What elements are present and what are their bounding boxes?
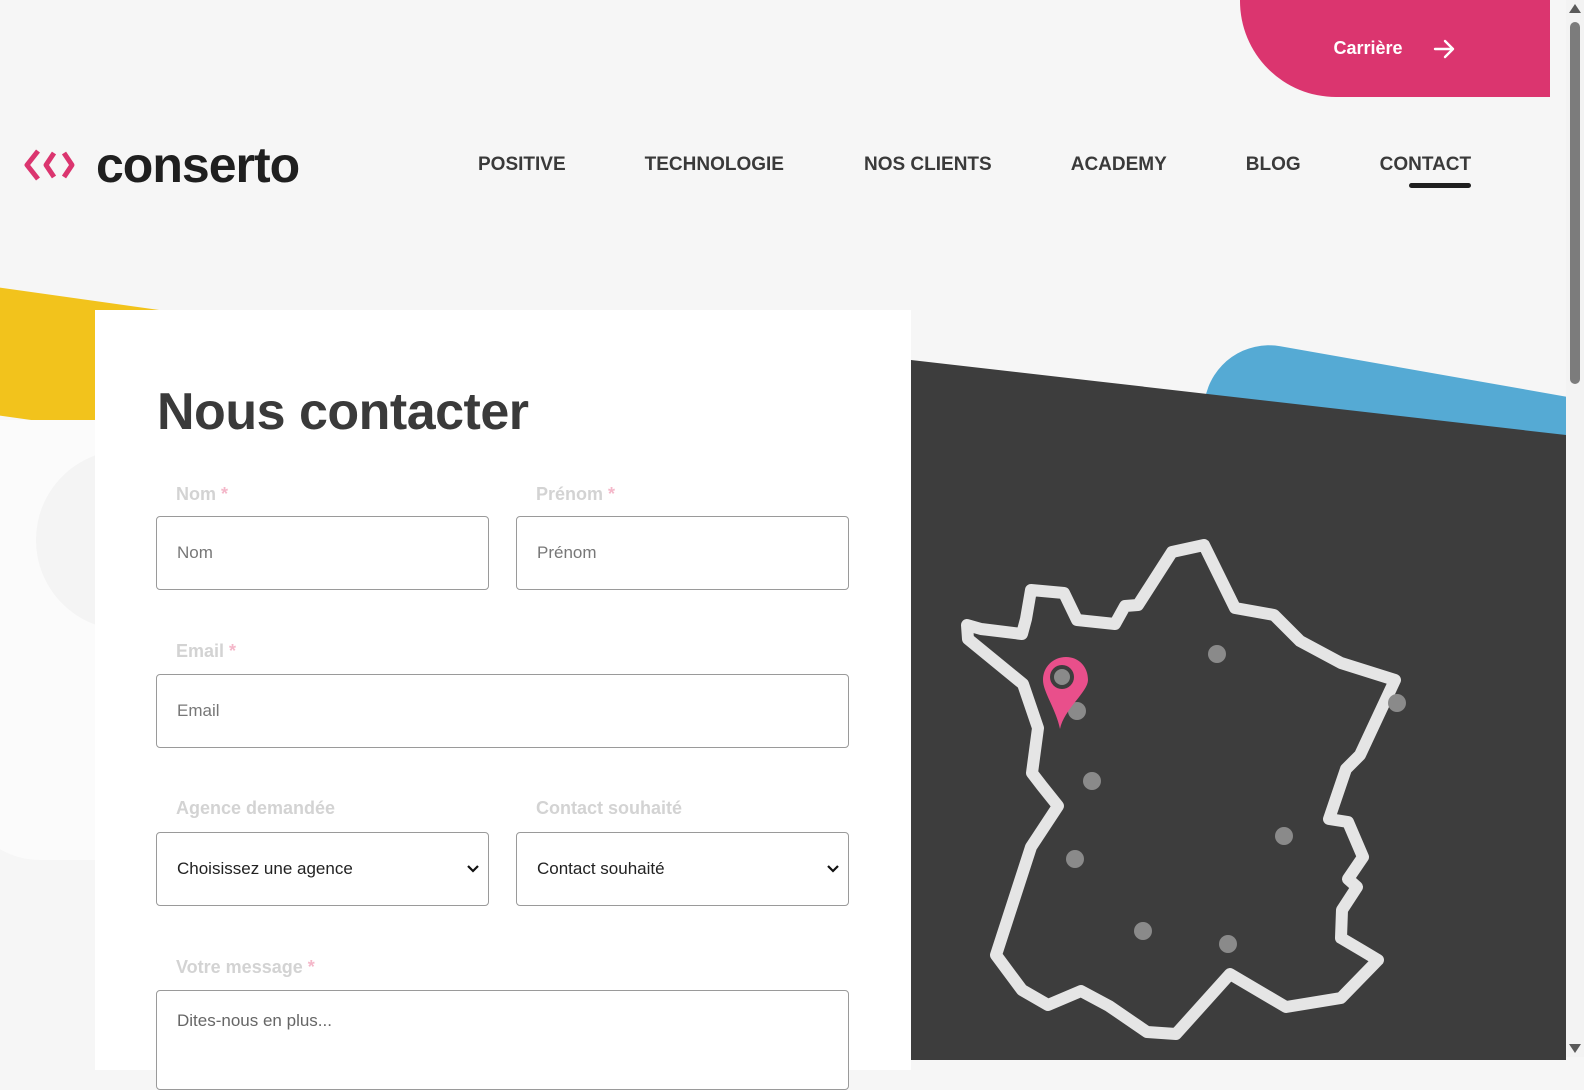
agency-dot — [1275, 827, 1293, 845]
agency-dots — [1066, 645, 1406, 953]
nav-item-contact[interactable]: CONTACT — [1380, 154, 1472, 188]
nav-item-academy[interactable]: ACADEMY — [1071, 154, 1167, 176]
prenom-input[interactable] — [516, 516, 849, 590]
agency-dot — [1134, 922, 1152, 940]
page-title: Nous contacter — [157, 383, 529, 441]
contact-form-card: Nous contacter Nom * Prénom * Email * Ag… — [95, 310, 911, 1090]
nav-item-positive[interactable]: POSITIVE — [478, 154, 566, 176]
agency-dot — [1388, 694, 1406, 712]
nav-item-technologie[interactable]: TECHNOLOGIE — [645, 154, 784, 176]
scroll-up-arrow-icon[interactable] — [1569, 4, 1581, 13]
vertical-scrollbar[interactable] — [1566, 0, 1584, 1057]
message-textarea[interactable] — [156, 990, 849, 1090]
career-button[interactable]: Carrière — [1240, 0, 1550, 97]
nav-item-nos-clients[interactable]: NOS CLIENTS — [864, 154, 992, 176]
nav-item-blog[interactable]: BLOG — [1246, 154, 1301, 176]
agence-select[interactable]: Choisissez une agence — [156, 832, 489, 906]
main-nav: POSITIVE TECHNOLOGIE NOS CLIENTS ACADEMY… — [478, 154, 1472, 188]
agency-dot — [1083, 772, 1101, 790]
agency-dot — [1066, 850, 1084, 868]
agence-label: Agence demandée — [176, 798, 336, 818]
scroll-thumb[interactable] — [1570, 22, 1580, 384]
nom-label: Nom * — [176, 484, 229, 504]
email-label: Email * — [176, 641, 237, 661]
contact-select[interactable]: Contact souhaité — [516, 832, 849, 906]
logo-wordmark: conserto — [96, 137, 300, 193]
arrow-right-icon — [1433, 39, 1454, 58]
chevron-down-icon — [467, 865, 479, 873]
email-input[interactable] — [156, 674, 849, 748]
logo-brackets-icon — [24, 149, 75, 181]
agency-dot — [1219, 935, 1237, 953]
france-outline — [961, 539, 1401, 1040]
france-map — [961, 539, 1406, 1040]
contact-label: Contact souhaité — [536, 798, 683, 818]
agency-dot — [1208, 645, 1226, 663]
prenom-label: Prénom * — [536, 484, 616, 504]
career-label: Carrière — [1333, 38, 1403, 58]
message-label: Votre message * — [176, 957, 315, 977]
nom-input[interactable] — [156, 516, 489, 590]
chevron-down-icon — [827, 865, 839, 873]
contact-select-value: Contact souhaité — [537, 859, 665, 878]
conserto-logo[interactable]: conserto — [24, 137, 300, 193]
scroll-down-arrow-icon[interactable] — [1569, 1044, 1581, 1053]
agence-select-value: Choisissez une agence — [177, 859, 353, 878]
